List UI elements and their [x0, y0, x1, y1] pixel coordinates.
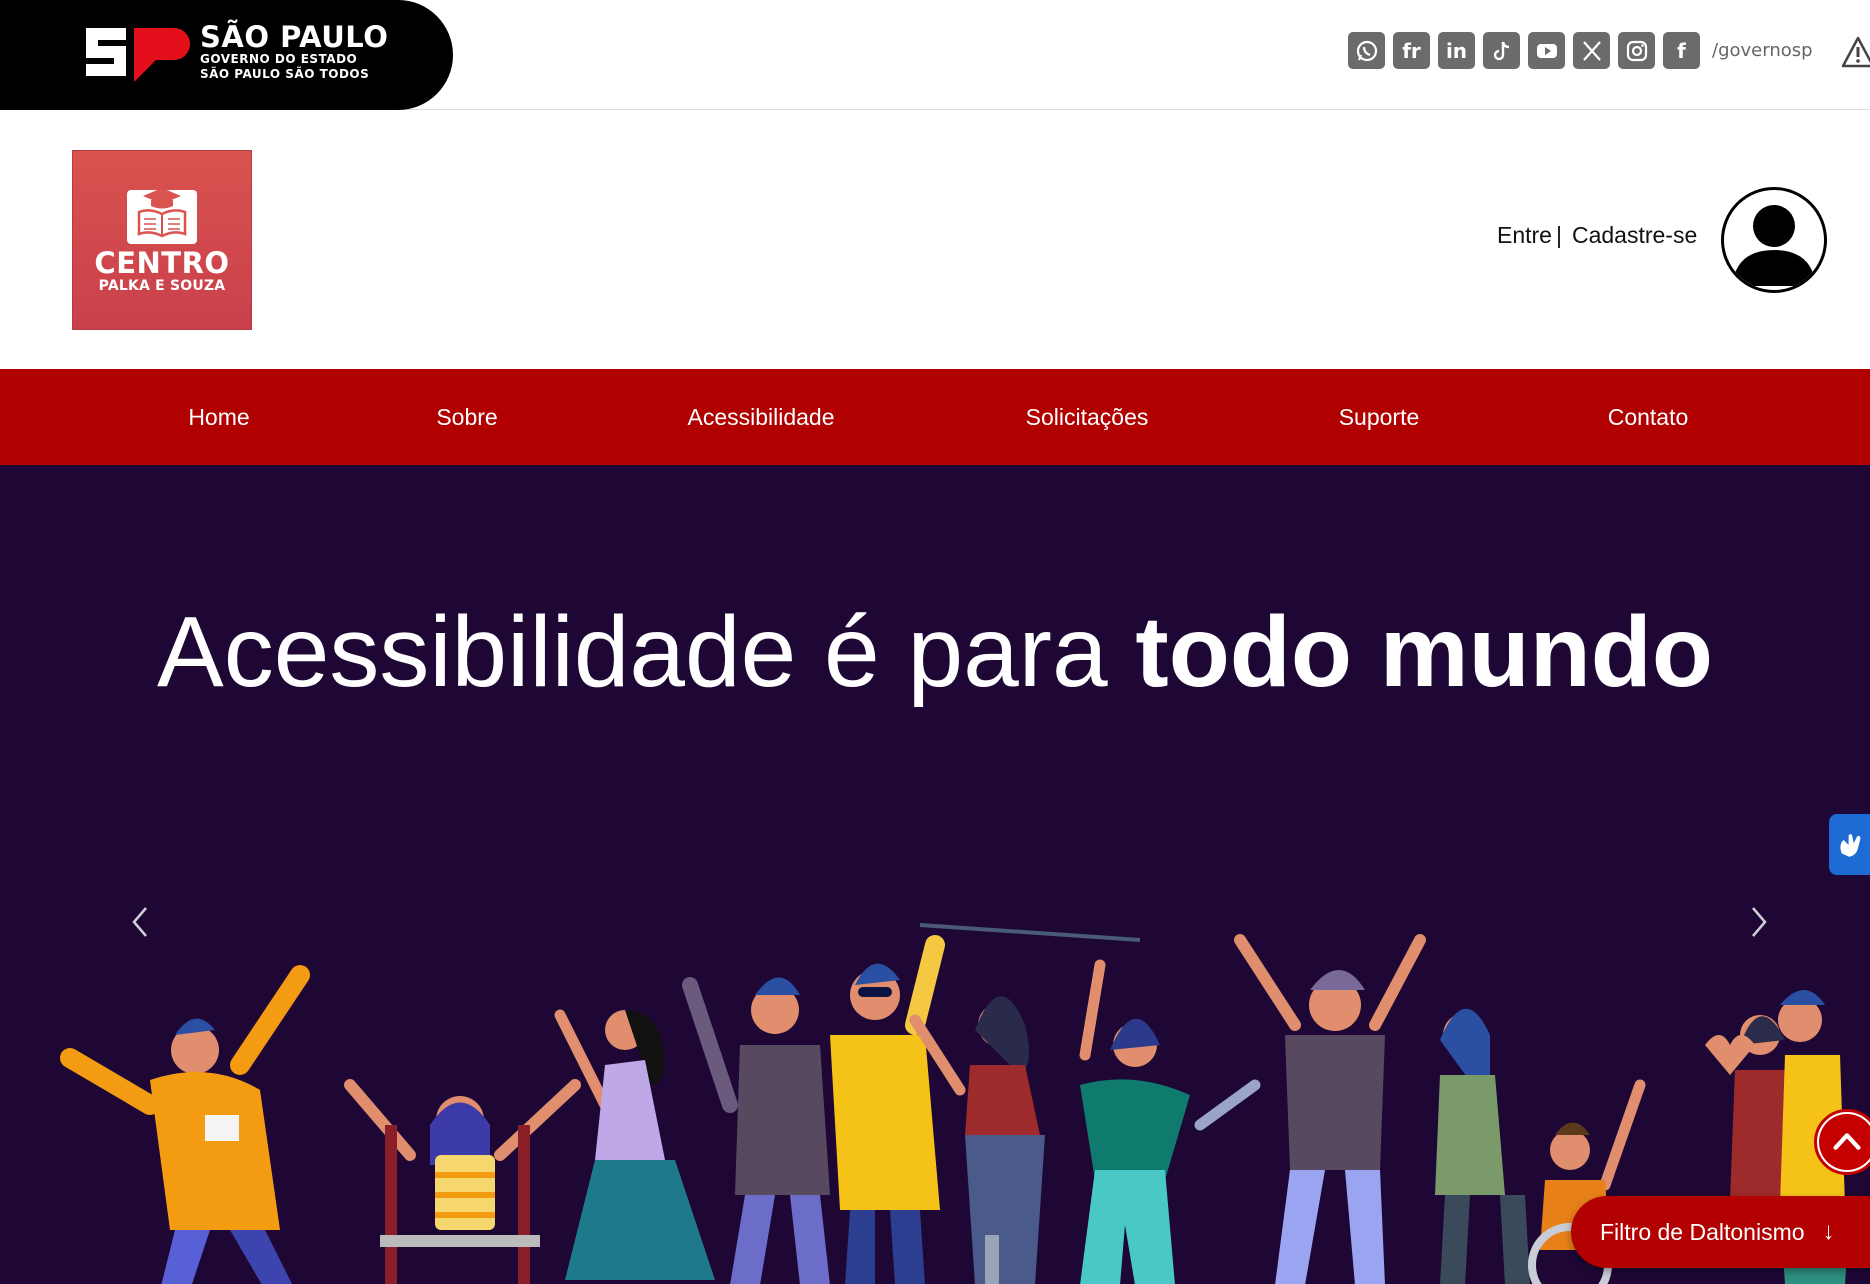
logo-subtitle: PALKA E SOUZA: [98, 278, 226, 294]
social-handle: /governosp: [1712, 40, 1813, 61]
signup-link[interactable]: Cadastre-se: [1572, 222, 1697, 249]
government-bar: SÃO PAULO GOVERNO DO ESTADO SÃO PAULO SÃ…: [0, 0, 1870, 110]
graduation-book-icon: [127, 188, 197, 244]
warning-icon[interactable]: [1840, 34, 1870, 70]
login-link[interactable]: Entre: [1497, 222, 1552, 249]
flickr-icon[interactable]: fr: [1393, 32, 1430, 69]
sign-language-hands-icon: [1839, 833, 1860, 857]
nav-item-sobre[interactable]: Sobre: [436, 369, 497, 465]
carousel-next-icon[interactable]: [1745, 900, 1775, 944]
facebook-icon[interactable]: f: [1663, 32, 1700, 69]
color-blind-filter-button[interactable]: Filtro de Daltonismo ↓: [1571, 1196, 1870, 1268]
sp-logo-icon: [86, 28, 190, 82]
arrow-down-icon: ↓: [1822, 1218, 1835, 1245]
nav-item-suporte[interactable]: Suporte: [1339, 369, 1420, 465]
gov-subtitle: GOVERNO DO ESTADO: [200, 52, 358, 66]
site-header: CENTRO PALKA E SOUZA Entre | Cadastre-se: [0, 111, 1870, 369]
youtube-icon[interactable]: [1528, 32, 1565, 69]
nav-item-contato[interactable]: Contato: [1608, 369, 1689, 465]
auth-links: Entre | Cadastre-se: [1497, 222, 1697, 249]
nav-item-home[interactable]: Home: [188, 369, 249, 465]
nav-item-acessibilidade[interactable]: Acessibilidade: [687, 369, 834, 465]
chevron-up-icon: [1819, 1114, 1870, 1170]
color-filter-label: Filtro de Daltonismo: [1600, 1218, 1805, 1245]
centro-logo[interactable]: CENTRO PALKA E SOUZA: [72, 150, 252, 330]
linkedin-icon[interactable]: in: [1438, 32, 1475, 69]
vlibras-button[interactable]: [1829, 814, 1870, 875]
gov-title: SÃO PAULO: [200, 20, 389, 54]
nav-item-solicitacoes[interactable]: Solicitações: [1026, 369, 1149, 465]
hero-illustration: [60, 923, 1850, 1284]
social-links: fr in f /governosp: [1348, 32, 1813, 69]
gov-tagline: SÃO PAULO SÃO TODOS: [200, 67, 370, 81]
page: SÃO PAULO GOVERNO DO ESTADO SÃO PAULO SÃ…: [0, 0, 1870, 1284]
instagram-icon[interactable]: [1618, 32, 1655, 69]
government-logo[interactable]: SÃO PAULO GOVERNO DO ESTADO SÃO PAULO SÃ…: [0, 0, 453, 110]
x-icon[interactable]: [1573, 32, 1610, 69]
user-avatar-icon[interactable]: [1721, 187, 1827, 293]
logo-title: CENTRO: [94, 246, 230, 280]
government-wordmark: SÃO PAULO GOVERNO DO ESTADO SÃO PAULO SÃ…: [200, 22, 388, 82]
tiktok-icon[interactable]: [1483, 32, 1520, 69]
carousel-prev-icon[interactable]: [124, 900, 154, 944]
auth-separator: |: [1555, 222, 1562, 248]
whatsapp-icon[interactable]: [1348, 32, 1385, 69]
main-navigation: Home Sobre Acessibilidade Solicitações S…: [0, 369, 1870, 465]
hero-carousel: Acessibilidade é para todo mundo: [0, 465, 1870, 1284]
